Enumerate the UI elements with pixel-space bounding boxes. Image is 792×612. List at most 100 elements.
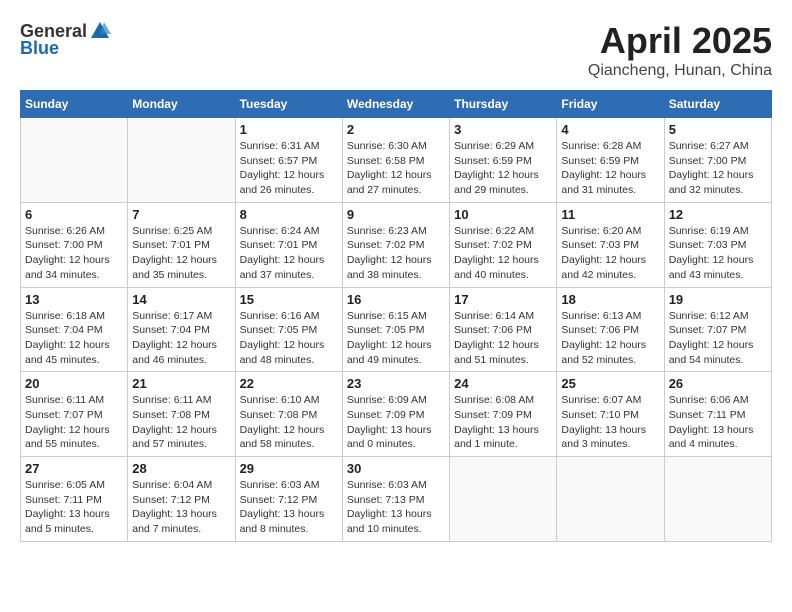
table-row: 19 Sunrise: 6:12 AMSunset: 7:07 PMDayligh…: [664, 287, 771, 372]
table-row: 15Sunrise: 6:16 AMSunset: 7:05 PMDayligh…: [235, 287, 342, 372]
day-number: 21: [132, 376, 230, 391]
day-info: Sunrise: 6:24 AMSunset: 7:01 PMDaylight:…: [240, 224, 338, 283]
table-row: 7 Sunrise: 6:25 AMSunset: 7:01 PMDaylight…: [128, 202, 235, 287]
col-friday: Friday: [557, 91, 664, 118]
day-number: 18: [561, 292, 659, 307]
col-wednesday: Wednesday: [342, 91, 449, 118]
title-block: April 2025 Qiancheng, Hunan, China: [588, 20, 772, 80]
week-row-4: 20Sunrise: 6:11 AMSunset: 7:07 PMDayligh…: [21, 372, 772, 457]
table-row: [450, 457, 557, 542]
day-number: 2: [347, 122, 445, 137]
table-row: 23Sunrise: 6:09 AMSunset: 7:09 PMDayligh…: [342, 372, 449, 457]
table-row: 11 Sunrise: 6:20 AMSunset: 7:03 PMDayligh…: [557, 202, 664, 287]
day-number: 28: [132, 461, 230, 476]
table-row: [664, 457, 771, 542]
logo-blue: Blue: [20, 38, 111, 59]
table-row: 30 Sunrise: 6:03 AMSunset: 7:13 PMDayligh…: [342, 457, 449, 542]
week-row-1: 1 Sunrise: 6:31 AMSunset: 6:57 PMDaylight…: [21, 118, 772, 203]
day-number: 20: [25, 376, 123, 391]
table-row: 18 Sunrise: 6:13 AMSunset: 7:06 PMDayligh…: [557, 287, 664, 372]
day-number: 16: [347, 292, 445, 307]
day-number: 4: [561, 122, 659, 137]
day-info: Sunrise: 6:12 AMSunset: 7:07 PMDaylight:…: [669, 309, 767, 368]
page-header: General Blue April 2025 Qiancheng, Hunan…: [20, 20, 772, 80]
table-row: [21, 118, 128, 203]
day-number: 9: [347, 207, 445, 222]
day-info: Sunrise: 6:25 AMSunset: 7:01 PMDaylight:…: [132, 224, 230, 283]
day-number: 1: [240, 122, 338, 137]
col-monday: Monday: [128, 91, 235, 118]
logo: General Blue: [20, 20, 111, 59]
day-info: Sunrise: 6:26 AMSunset: 7:00 PMDaylight:…: [25, 224, 123, 283]
day-number: 7: [132, 207, 230, 222]
table-row: [557, 457, 664, 542]
week-row-2: 6 Sunrise: 6:26 AMSunset: 7:00 PMDaylight…: [21, 202, 772, 287]
day-number: 13: [25, 292, 123, 307]
day-info: Sunrise: 6:30 AMSunset: 6:58 PMDaylight:…: [347, 139, 445, 198]
table-row: 27 Sunrise: 6:05 AMSunset: 7:11 PMDayligh…: [21, 457, 128, 542]
day-number: 23: [347, 376, 445, 391]
day-info: Sunrise: 6:11 AMSunset: 7:08 PMDaylight:…: [132, 393, 230, 452]
day-number: 19: [669, 292, 767, 307]
col-tuesday: Tuesday: [235, 91, 342, 118]
day-info: Sunrise: 6:22 AMSunset: 7:02 PMDaylight:…: [454, 224, 552, 283]
table-row: 12 Sunrise: 6:19 AMSunset: 7:03 PMDayligh…: [664, 202, 771, 287]
table-row: 13 Sunrise: 6:18 AMSunset: 7:04 PMDayligh…: [21, 287, 128, 372]
day-number: 24: [454, 376, 552, 391]
week-row-5: 27 Sunrise: 6:05 AMSunset: 7:11 PMDayligh…: [21, 457, 772, 542]
location: Qiancheng, Hunan, China: [588, 62, 772, 80]
day-info: Sunrise: 6:17 AMSunset: 7:04 PMDaylight:…: [132, 309, 230, 368]
day-info: Sunrise: 6:05 AMSunset: 7:11 PMDaylight:…: [25, 478, 123, 537]
day-info: Sunrise: 6:29 AMSunset: 6:59 PMDaylight:…: [454, 139, 552, 198]
table-row: 2 Sunrise: 6:30 AMSunset: 6:58 PMDaylight…: [342, 118, 449, 203]
month-year: April 2025: [588, 20, 772, 62]
table-row: 3 Sunrise: 6:29 AMSunset: 6:59 PMDaylight…: [450, 118, 557, 203]
table-row: 28 Sunrise: 6:04 AMSunset: 7:12 PMDayligh…: [128, 457, 235, 542]
day-number: 8: [240, 207, 338, 222]
day-info: Sunrise: 6:18 AMSunset: 7:04 PMDaylight:…: [25, 309, 123, 368]
day-info: Sunrise: 6:10 AMSunset: 7:08 PMDaylight:…: [240, 393, 338, 452]
day-info: Sunrise: 6:08 AMSunset: 7:09 PMDaylight:…: [454, 393, 552, 452]
day-info: Sunrise: 6:28 AMSunset: 6:59 PMDaylight:…: [561, 139, 659, 198]
day-info: Sunrise: 6:07 AMSunset: 7:10 PMDaylight:…: [561, 393, 659, 452]
day-number: 30: [347, 461, 445, 476]
col-sunday: Sunday: [21, 91, 128, 118]
day-number: 3: [454, 122, 552, 137]
day-info: Sunrise: 6:23 AMSunset: 7:02 PMDaylight:…: [347, 224, 445, 283]
day-info: Sunrise: 6:14 AMSunset: 7:06 PMDaylight:…: [454, 309, 552, 368]
day-number: 14: [132, 292, 230, 307]
table-row: 10 Sunrise: 6:22 AMSunset: 7:02 PMDayligh…: [450, 202, 557, 287]
table-row: 9 Sunrise: 6:23 AMSunset: 7:02 PMDaylight…: [342, 202, 449, 287]
day-info: Sunrise: 6:19 AMSunset: 7:03 PMDaylight:…: [669, 224, 767, 283]
week-row-3: 13 Sunrise: 6:18 AMSunset: 7:04 PMDayligh…: [21, 287, 772, 372]
table-row: 5Sunrise: 6:27 AMSunset: 7:00 PMDaylight…: [664, 118, 771, 203]
day-info: Sunrise: 6:31 AMSunset: 6:57 PMDaylight:…: [240, 139, 338, 198]
day-number: 5: [669, 122, 767, 137]
table-row: [128, 118, 235, 203]
day-number: 10: [454, 207, 552, 222]
table-row: 26Sunrise: 6:06 AMSunset: 7:11 PMDayligh…: [664, 372, 771, 457]
day-info: Sunrise: 6:20 AMSunset: 7:03 PMDaylight:…: [561, 224, 659, 283]
day-number: 12: [669, 207, 767, 222]
table-row: 8 Sunrise: 6:24 AMSunset: 7:01 PMDaylight…: [235, 202, 342, 287]
table-row: 22 Sunrise: 6:10 AMSunset: 7:08 PMDayligh…: [235, 372, 342, 457]
day-number: 11: [561, 207, 659, 222]
day-number: 29: [240, 461, 338, 476]
day-number: 25: [561, 376, 659, 391]
table-row: 17Sunrise: 6:14 AMSunset: 7:06 PMDayligh…: [450, 287, 557, 372]
day-number: 27: [25, 461, 123, 476]
day-number: 6: [25, 207, 123, 222]
day-info: Sunrise: 6:03 AMSunset: 7:12 PMDaylight:…: [240, 478, 338, 537]
day-info: Sunrise: 6:03 AMSunset: 7:13 PMDaylight:…: [347, 478, 445, 537]
day-number: 15: [240, 292, 338, 307]
day-info: Sunrise: 6:04 AMSunset: 7:12 PMDaylight:…: [132, 478, 230, 537]
table-row: 4 Sunrise: 6:28 AMSunset: 6:59 PMDaylight…: [557, 118, 664, 203]
day-info: Sunrise: 6:06 AMSunset: 7:11 PMDaylight:…: [669, 393, 767, 452]
table-row: 1 Sunrise: 6:31 AMSunset: 6:57 PMDaylight…: [235, 118, 342, 203]
col-thursday: Thursday: [450, 91, 557, 118]
day-number: 22: [240, 376, 338, 391]
day-info: Sunrise: 6:13 AMSunset: 7:06 PMDaylight:…: [561, 309, 659, 368]
table-row: 16Sunrise: 6:15 AMSunset: 7:05 PMDayligh…: [342, 287, 449, 372]
calendar-table: Sunday Monday Tuesday Wednesday Thursday…: [20, 90, 772, 542]
calendar-header-row: Sunday Monday Tuesday Wednesday Thursday…: [21, 91, 772, 118]
